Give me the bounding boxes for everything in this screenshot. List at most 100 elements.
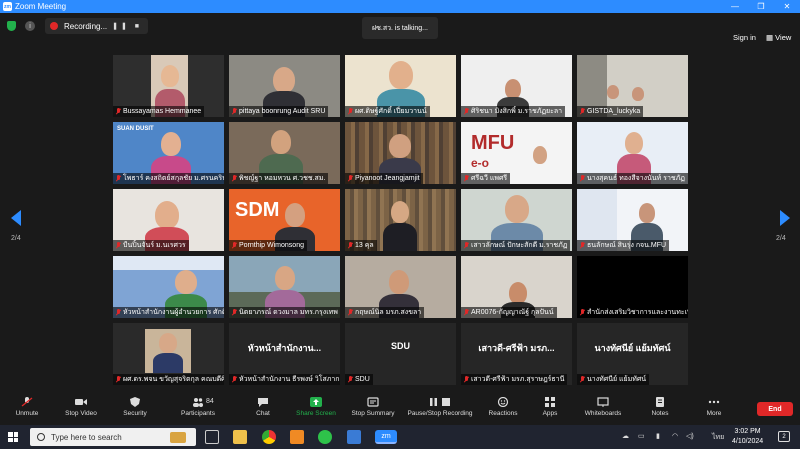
video-tile[interactable]: บืนปิ้นจันร์ ม.นเรศวร [112, 188, 225, 252]
video-tile[interactable]: เสาวดี-ศรีฟ้า มรภ... เสาวดี-ศรีฟ้า มรภ.ส… [460, 322, 573, 386]
video-tile[interactable]: Piyanoot Jeangjamjit [344, 121, 457, 185]
clock-date: 4/10/2024 [732, 438, 764, 445]
video-tile[interactable]: เสาวลักษณ์ ปักษะสักดี ม.ราชภัฏ [460, 188, 573, 252]
battery-icon[interactable]: ▮ [656, 432, 660, 440]
participants-button[interactable]: 84 Participants [178, 397, 218, 417]
participant-name: นิตยาภรณ์ ดวงมาล มทร.กรุงเทพ [239, 309, 338, 316]
recording-controls[interactable]: ❚❚ ■ [112, 22, 142, 30]
video-tile[interactable]: ธนลักษณ์ สินรุ่ง กจน.MFU [576, 188, 689, 252]
security-label: Security [123, 410, 147, 417]
video-tile[interactable]: AR0076-กัญญาณัฐ์ กุลปันน์ [460, 255, 573, 319]
chat-label: Chat [256, 410, 270, 417]
participant-name: 13 คุล [355, 242, 374, 249]
video-tile[interactable]: หัวหน้าสำนักงานผู้อำนวยการ ศักดิ์ศิริ [112, 255, 225, 319]
pause-stop-recording-button[interactable]: Pause/Stop Recording [404, 397, 476, 417]
share-screen-button[interactable]: Share Screen [294, 397, 338, 417]
background-logo-text: MFU [471, 132, 515, 154]
taskbar-clock[interactable]: 3:02 PM 4/10/2024 [732, 427, 763, 447]
participant-display-name: นางทัศนีย์ แย้มทัศน์ [594, 343, 671, 353]
video-tile[interactable]: ผศ.ดิษฐ์ศักดิ์ เปี่ยมวานน์ [344, 54, 457, 118]
end-meeting-button[interactable]: End [757, 402, 793, 416]
muted-mic-icon [231, 175, 237, 182]
muted-mic-icon [579, 376, 585, 383]
view-button[interactable]: ▦ View [766, 33, 791, 42]
participant-name: เสาวลักษณ์ ปักษะสักดี ม.ราชภัฏ [471, 242, 568, 249]
video-tile[interactable]: ศิริชนา มิงสิกพิ์ ม.ราชภัฏยะลา [460, 54, 573, 118]
notes-icon [656, 397, 664, 407]
video-tile[interactable]: นางสุคนธ์ ทองสีจางนันท์ ราชภัฏ [576, 121, 689, 185]
video-tile[interactable]: SDU SDU [344, 322, 457, 386]
muted-mic-icon [463, 309, 469, 316]
volume-icon[interactable]: ◁) [686, 432, 694, 440]
zoom-taskbar-icon[interactable]: zm [375, 430, 397, 444]
shield-icon [130, 397, 140, 407]
photos-icon[interactable] [347, 430, 361, 444]
maximize-icon[interactable]: ❐ [748, 2, 774, 11]
notification-center-icon[interactable]: 2 [778, 431, 790, 442]
video-tile[interactable]: MFU e-o ศรีฉวี แพศรี [460, 121, 573, 185]
security-button[interactable]: Security [118, 397, 152, 417]
muted-mic-icon [347, 309, 353, 316]
stop-summary-button[interactable]: Stop Summary [348, 397, 398, 417]
video-tile[interactable]: Bussayamas Hemmanee [112, 54, 225, 118]
muted-mic-icon [347, 242, 353, 249]
whiteboard-icon [597, 397, 609, 407]
taskbar-search-box[interactable]: Type here to search [30, 428, 196, 446]
windows-start-icon[interactable] [8, 432, 18, 442]
more-label: More [706, 410, 722, 417]
participants-label: Participants [181, 410, 215, 417]
video-tile[interactable]: พิชญ์ฐา หอมหวน ศ.วชช.สม. [228, 121, 341, 185]
reactions-button[interactable]: Reactions [486, 397, 520, 417]
meeting-info-icon[interactable]: i [25, 21, 35, 31]
app-orange-icon[interactable] [290, 430, 304, 444]
participant-name: บืนปิ้นจันร์ ม.นเรศวร [123, 242, 186, 249]
security-shield-icon[interactable] [7, 21, 16, 31]
previous-page-arrow-icon[interactable] [11, 210, 21, 226]
active-speaker-banner: ฝซ.สว. is talking... [362, 17, 438, 39]
next-page-arrow-icon[interactable] [780, 210, 790, 226]
file-explorer-icon[interactable] [233, 430, 247, 444]
notes-button[interactable]: Notes [648, 397, 672, 417]
task-view-icon[interactable] [205, 430, 219, 444]
video-tile[interactable]: pittaya boonrung Audit SRU [228, 54, 341, 118]
participant-name: ผศ.ดร.พจน ขวัญสุจริตกุล คณบดีศิลปกรรม [123, 376, 224, 383]
video-tile[interactable]: 13 คุล [344, 188, 457, 252]
minimize-icon[interactable]: — [722, 2, 748, 11]
stop-video-button[interactable]: Stop Video [62, 397, 100, 417]
input-language[interactable]: ไทย [712, 432, 724, 443]
video-tile[interactable]: ผศ.ดร.พจน ขวัญสุจริตกุล คณบดีศิลปกรรม [112, 322, 225, 386]
participant-name-bar: ธนลักษณ์ สินรุ่ง กจน.MFU [577, 240, 670, 251]
video-tile[interactable]: SDM Pornthip Wimonsong [228, 188, 341, 252]
participant-name-bar: pittaya boonrung Audit SRU [229, 106, 329, 117]
wifi-icon[interactable]: ◠ [672, 432, 678, 440]
chat-button[interactable]: Chat [250, 397, 276, 417]
apps-button[interactable]: Apps [538, 397, 562, 417]
signin-link[interactable]: Sign in [733, 33, 756, 42]
line-app-icon[interactable] [318, 430, 332, 444]
video-tile[interactable]: นิตยาภรณ์ ดวงมาล มทร.กรุงเทพ [228, 255, 341, 319]
video-tile[interactable]: สำนักส่งเสริมวิชาการและงานทะเบียน [576, 255, 689, 319]
whiteboards-button[interactable]: Whiteboards [580, 397, 626, 417]
more-button[interactable]: More [702, 397, 726, 417]
participant-name-bar: Bussayamas Hemmanee [113, 106, 205, 117]
unmute-label: Unmute [15, 410, 39, 417]
participant-name: Bussayamas Hemmanee [123, 108, 202, 115]
video-tile[interactable]: SUAN DUSIT โพธาร์ คงสถิตย์สกุลชัย ม.ศรนค… [112, 121, 225, 185]
video-tile[interactable]: นางทัศนีย์ แย้มทัศน์ นางทัศนีย์ แย้มทัศน… [576, 322, 689, 386]
video-tile[interactable]: กฤษณ์นิล มรภ.สงขลา [344, 255, 457, 319]
video-tile[interactable]: GISTDA_luckyka [576, 54, 689, 118]
recording-dot-icon [50, 22, 58, 30]
briefcase-icon [170, 431, 186, 443]
unmute-button[interactable]: Unmute [12, 397, 42, 417]
network-icon[interactable]: ▭ [638, 432, 645, 440]
muted-mic-icon [579, 242, 585, 249]
participant-name: Pornthip Wimonsong [239, 242, 304, 249]
video-camera-icon [75, 399, 87, 405]
chrome-icon[interactable] [262, 430, 276, 444]
muted-mic-icon [347, 108, 353, 115]
participant-name-bar: หัวหน้าสำนักงาน ธีรพงษ์ วิโสภาก [229, 374, 340, 385]
video-tile[interactable]: หัวหน้าสำนักงาน... หัวหน้าสำนักงาน ธีรพง… [228, 322, 341, 386]
reactions-label: Reactions [488, 410, 518, 417]
cloud-icon[interactable]: ☁ [622, 432, 629, 440]
close-icon[interactable]: ✕ [774, 2, 800, 11]
